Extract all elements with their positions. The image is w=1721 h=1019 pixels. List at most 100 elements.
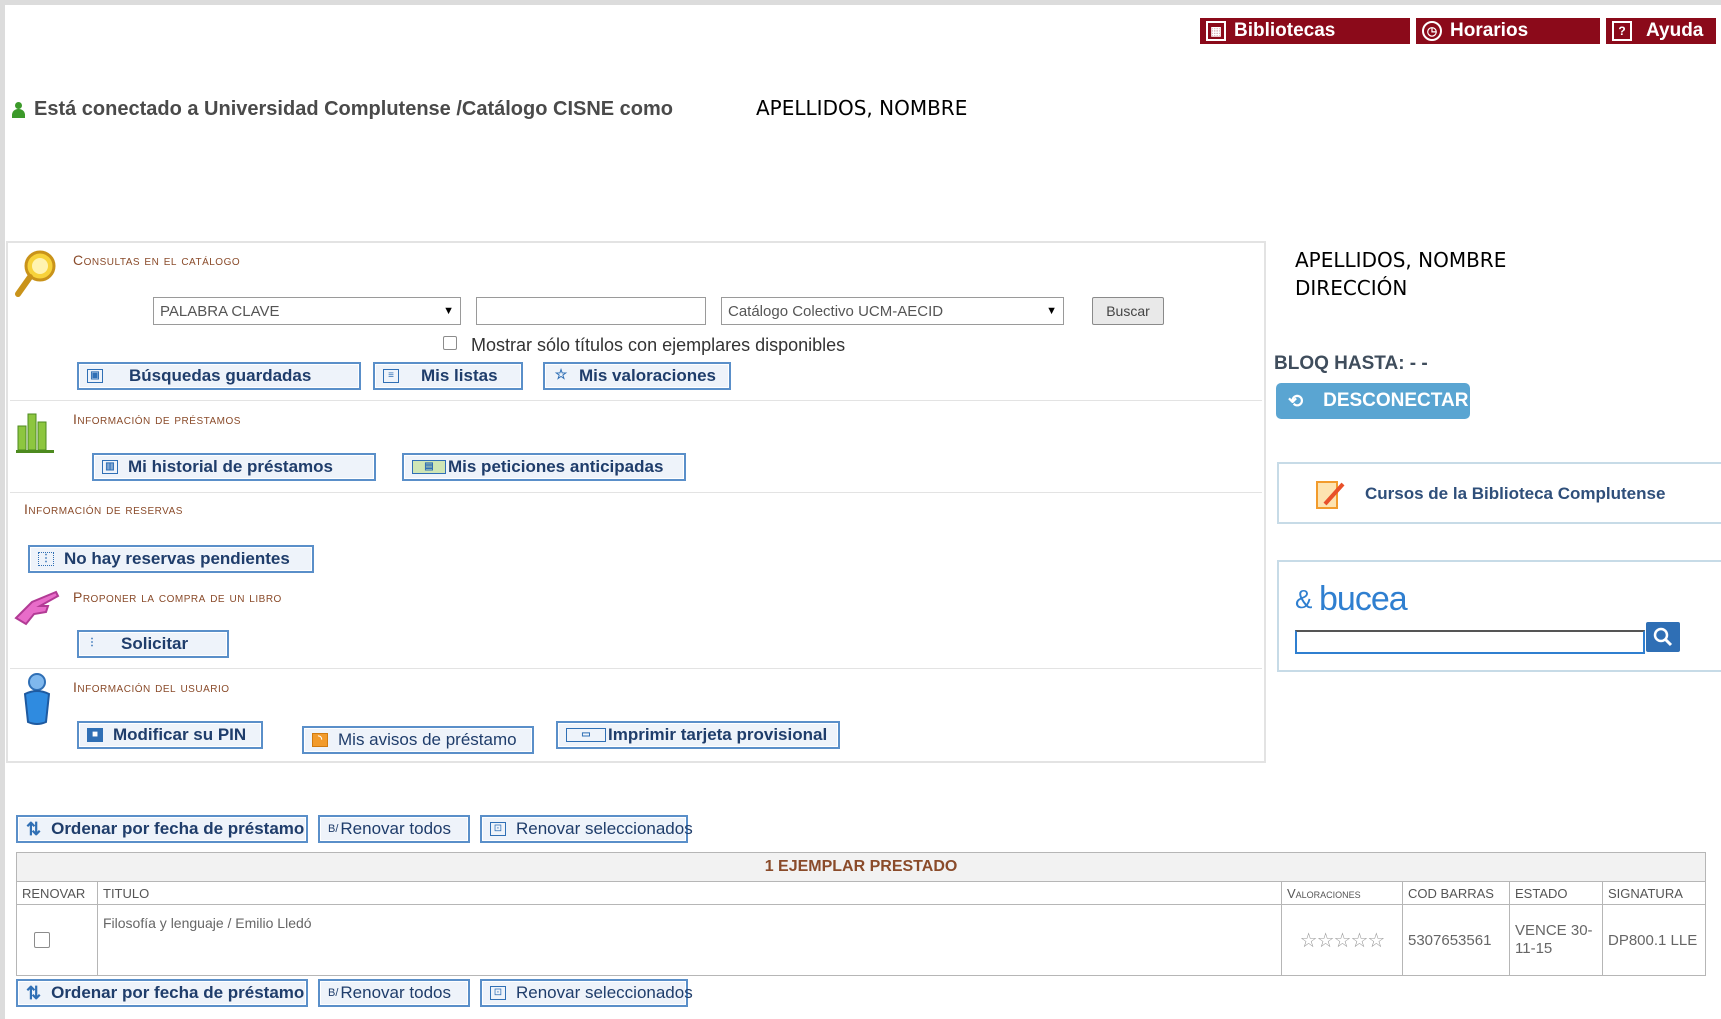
column-header-renew: RENOVAR: [16, 881, 98, 905]
saved-searches-button[interactable]: ▣ Búsquedas guardadas: [77, 362, 361, 390]
connected-user-name: APELLIDOS, NOMBRE: [756, 96, 968, 120]
search-icon: [1653, 627, 1673, 647]
available-only-checkbox[interactable]: [443, 336, 457, 350]
column-header-title: TITULO: [97, 881, 1282, 905]
column-header-signature: SIGNATURA: [1602, 881, 1706, 905]
column-header-status: ESTADO: [1509, 881, 1603, 905]
sort-by-date-button[interactable]: ⇅ Ordenar por fecha de préstamo: [16, 979, 308, 1007]
loan-alerts-button[interactable]: ◝ Mis avisos de préstamo: [302, 726, 534, 754]
renew-checkbox[interactable]: [34, 932, 50, 948]
disconnect-label: DESCONECTAR: [1323, 390, 1469, 411]
connection-status: Está conectado a Universidad Complutense…: [12, 98, 673, 121]
list-icon: ≡: [383, 369, 399, 383]
chevron-down-icon: ▼: [443, 305, 454, 317]
button-label: Solicitar: [121, 634, 189, 653]
renew-all-icon: B/: [328, 987, 339, 999]
top-link-label: Bibliotecas: [1234, 20, 1336, 41]
user-profile-icon: [23, 673, 51, 725]
catalog-heading: Consultas en el catálogo: [73, 252, 241, 268]
table-row: Filosofía y lenguaje / Emilio Lledó ☆☆☆☆…: [16, 904, 1706, 976]
magnifier-icon: [15, 250, 56, 297]
renew-selected-button[interactable]: ⊡ Renovar seleccionados: [480, 815, 693, 843]
button-label: Renovar todos: [340, 819, 451, 838]
loans-info-heading: Información de préstamos: [73, 411, 241, 427]
rating-stars[interactable]: ☆☆☆☆☆: [1281, 904, 1403, 976]
loan-actions-top: ⇅ Ordenar por fecha de préstamo B/ Renov…: [16, 815, 693, 843]
bucea-logo: bucea: [1319, 580, 1408, 618]
connection-text: Está conectado a Universidad Complutense…: [34, 98, 674, 120]
bucea-search-button[interactable]: [1646, 622, 1680, 652]
button-label: Mis avisos de préstamo: [338, 730, 517, 749]
lock-icon: ■: [87, 728, 103, 742]
renew-all-icon: B/: [328, 823, 339, 835]
chevron-down-icon: ▼: [1046, 305, 1057, 317]
button-label: Ordenar por fecha de préstamo: [51, 983, 305, 1002]
sort-icon: ⇅: [26, 982, 42, 1003]
bar-chart-icon: [16, 413, 54, 453]
renew-all-button[interactable]: B/ Renovar todos: [318, 815, 470, 843]
user-address: DIRECCIÓN: [1295, 276, 1408, 300]
advance-requests-button[interactable]: ▤ Mis peticiones anticipadas: [402, 453, 686, 481]
saved-search-icon: ▣: [87, 369, 103, 383]
top-link-bibliotecas[interactable]: ▦ Bibliotecas: [1200, 18, 1410, 44]
divider: [10, 668, 1262, 669]
search-type-value: PALABRA CLAVE: [160, 302, 280, 320]
reserve-list-icon: ⋮: [38, 552, 54, 566]
loan-history-button[interactable]: ▥ Mi historial de préstamos: [92, 453, 376, 481]
catalog-scope-value: Catálogo Colectivo UCM-AECID: [728, 302, 944, 320]
loans-table-caption: 1 EJEMPLAR PRESTADO: [16, 852, 1706, 882]
loans-table: 1 EJEMPLAR PRESTADO RENOVAR TITULO Valor…: [16, 852, 1706, 976]
clock-icon: ◷: [1422, 21, 1442, 41]
loan-title[interactable]: Filosofía y lenguaje / Emilio Lledó: [97, 904, 1282, 976]
button-label: Búsquedas guardadas: [129, 366, 312, 385]
button-label: Ordenar por fecha de préstamo: [51, 819, 305, 838]
column-header-barcode: COD BARRAS: [1402, 881, 1510, 905]
button-label: Mis peticiones anticipadas: [448, 457, 664, 476]
column-header-ratings: Valoraciones: [1281, 881, 1403, 905]
search-type-select[interactable]: PALABRA CLAVE ▼: [153, 297, 461, 325]
search-button[interactable]: Buscar: [1092, 297, 1164, 325]
button-label: Modificar su PIN: [113, 725, 247, 744]
renew-all-button[interactable]: B/ Renovar todos: [318, 979, 470, 1007]
power-icon: ⟲: [1288, 390, 1304, 411]
button-label: Imprimir tarjeta provisional: [608, 725, 828, 744]
bucea-search-input[interactable]: [1295, 630, 1645, 654]
request-purchase-button[interactable]: ⋮ Solicitar: [77, 630, 229, 658]
loan-barcode: 5307653561: [1402, 904, 1510, 976]
bucea-search-box: bucea &: [1277, 560, 1721, 672]
my-lists-button[interactable]: ≡ Mis listas: [373, 362, 523, 390]
courses-card[interactable]: Cursos de la Biblioteca Complutense: [1277, 462, 1721, 524]
reserves-heading: Información de reservas: [24, 501, 183, 517]
purchase-heading: Proponer la compra de un libro: [73, 589, 282, 605]
top-link-horarios[interactable]: ◷ Horarios: [1416, 18, 1600, 44]
form-icon: ⋮: [87, 637, 97, 648]
my-ratings-button[interactable]: ☆ Mis valoraciones: [543, 362, 731, 390]
disconnect-button[interactable]: ⟲ DESCONECTAR: [1276, 383, 1470, 419]
print-card-button[interactable]: ▭ Imprimir tarjeta provisional: [556, 721, 840, 749]
user-icon: [12, 101, 25, 118]
renew-selected-icon: ⊡: [490, 986, 506, 1000]
user-info-heading: Información del usuario: [73, 679, 230, 695]
block-until-label: BLOQ HASTA: - -: [1274, 353, 1428, 374]
rss-icon: ◝: [312, 733, 328, 747]
top-link-label: Ayuda: [1646, 20, 1704, 41]
top-link-ayuda[interactable]: ? Ayuda: [1606, 18, 1716, 44]
loan-status: VENCE 30-11-15: [1509, 904, 1603, 976]
building-icon: ▦: [1206, 21, 1226, 41]
renew-selected-icon: ⊡: [490, 822, 506, 836]
pointing-hand-icon: [14, 590, 60, 626]
button-label: Renovar seleccionados: [516, 819, 693, 838]
renew-cell: [16, 904, 98, 976]
button-label: No hay reservas pendientes: [64, 549, 290, 568]
modify-pin-button[interactable]: ■ Modificar su PIN: [77, 721, 263, 749]
no-reserves-button[interactable]: ⋮ No hay reservas pendientes: [28, 545, 314, 573]
top-link-label: Horarios: [1450, 20, 1529, 41]
edit-note-icon: [1316, 481, 1345, 509]
courses-label: Cursos de la Biblioteca Complutense: [1365, 484, 1666, 503]
divider: [10, 400, 1262, 401]
button-label: Mis listas: [421, 366, 498, 385]
renew-selected-button[interactable]: ⊡ Renovar seleccionados: [480, 979, 693, 1007]
sort-by-date-button[interactable]: ⇅ Ordenar por fecha de préstamo: [16, 815, 308, 843]
catalog-scope-select[interactable]: Catálogo Colectivo UCM-AECID ▼: [721, 297, 1064, 325]
search-input[interactable]: [476, 297, 706, 325]
